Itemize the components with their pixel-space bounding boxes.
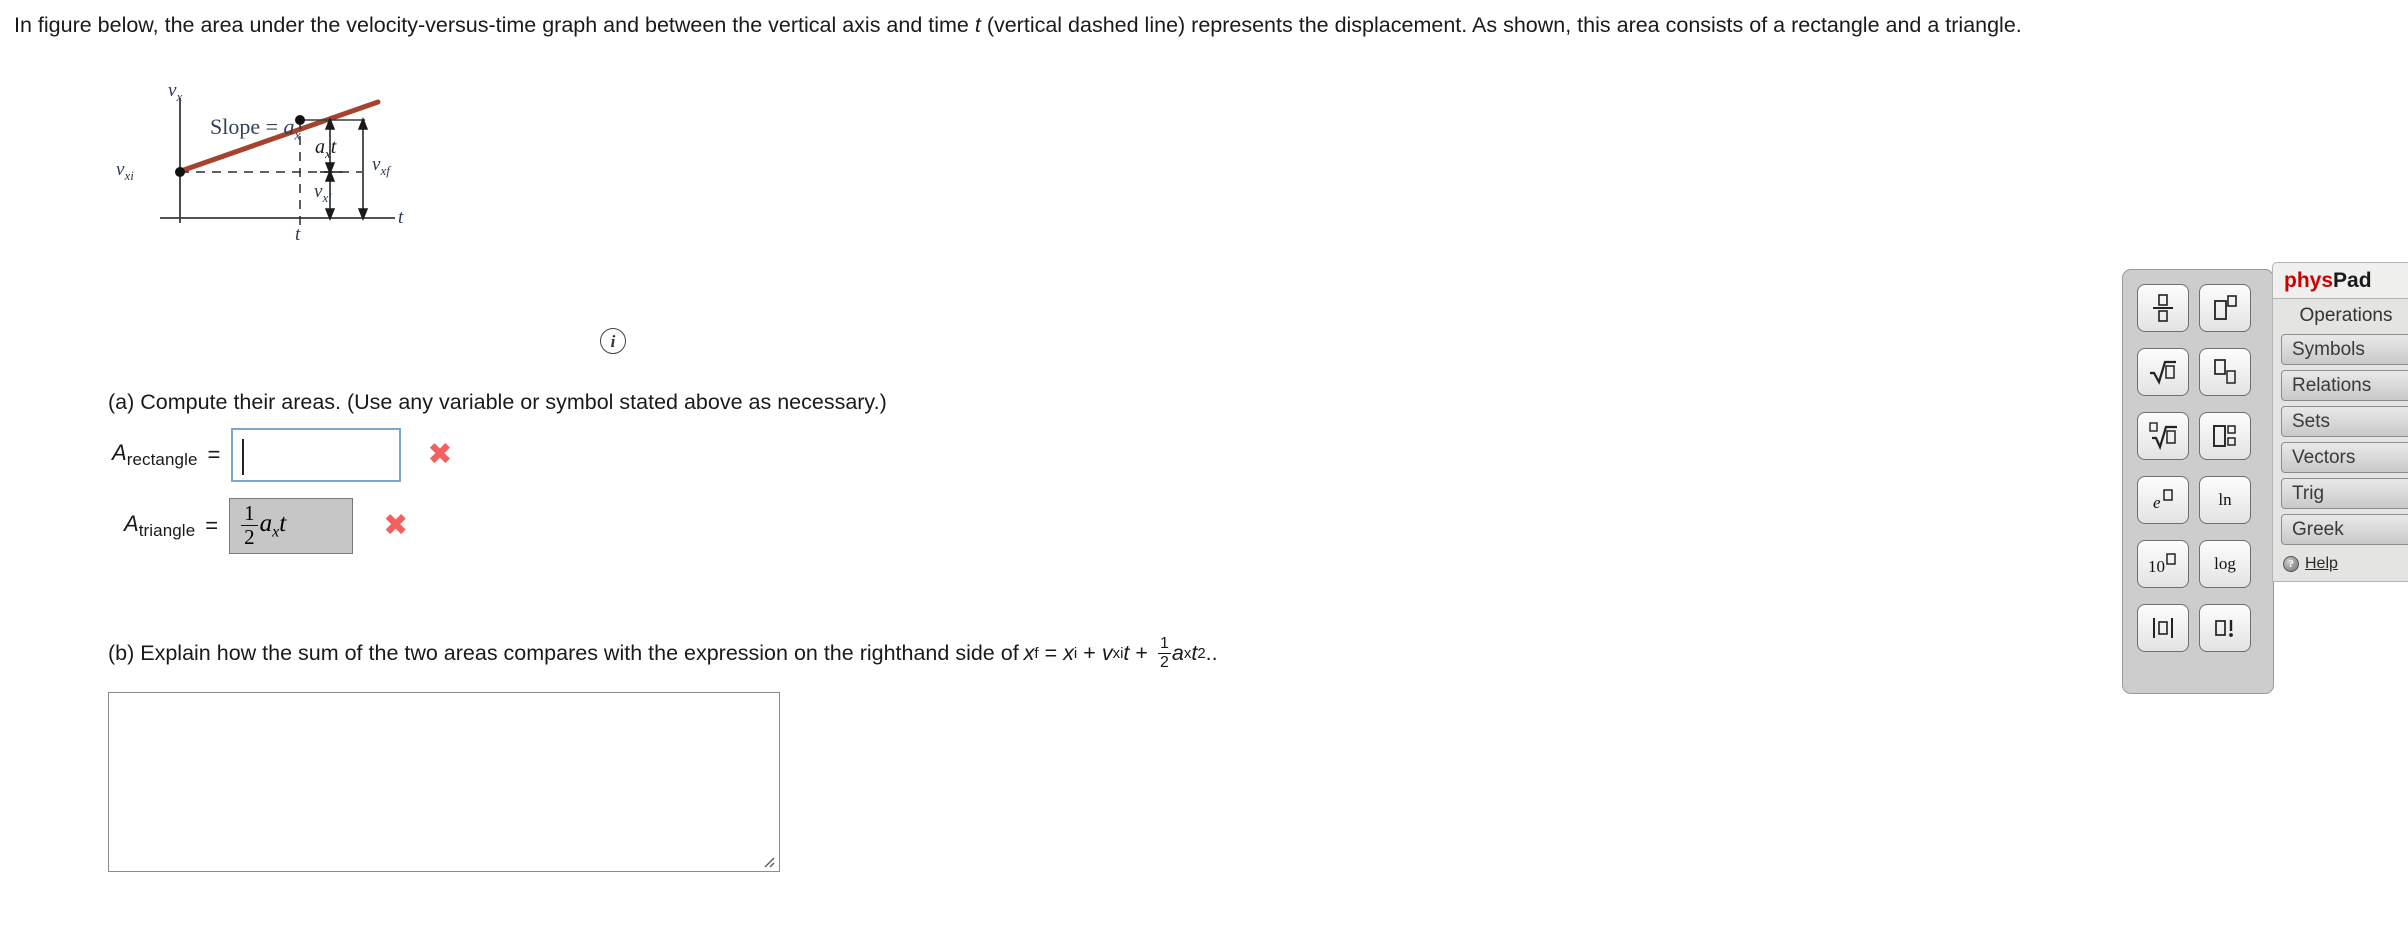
answer-row-triangle: Atriangle = 1 2 axt ✖ <box>124 498 408 554</box>
fraction-key[interactable] <box>2137 284 2189 332</box>
help-icon: ? <box>2283 556 2299 572</box>
initial-velocity-label: vxi <box>116 159 134 183</box>
part-b-equation: xf = xi + v xi t + 1 2 axt2 .. <box>1023 635 1218 671</box>
slope-label: Slope = ax <box>210 114 301 144</box>
final-velocity-label: vxf <box>372 154 390 178</box>
info-icon[interactable]: i <box>600 328 626 354</box>
x-axis-label: t <box>398 207 404 228</box>
vxi-inner-label: vxi <box>314 181 332 205</box>
absolute-value-key[interactable] <box>2137 604 2189 652</box>
a-triangle-input[interactable]: 1 2 axt <box>229 498 354 554</box>
axt-label: axt <box>315 136 337 161</box>
time-tick-label: t <box>295 224 301 245</box>
physpad-sidebar: phys Pad Operations Symbols Relations Set… <box>2272 262 2408 582</box>
answer-row-rectangle: Arectangle = ✖ <box>112 428 453 482</box>
physpad-tab-sets[interactable]: Sets <box>2281 406 2408 437</box>
physpad-title: phys Pad <box>2272 262 2408 298</box>
part-b-prompt-text: (b) Explain how the sum of the two areas… <box>108 641 1019 665</box>
svg-text:e: e <box>2153 493 2161 512</box>
power-of-ten-icon: 10 <box>2148 553 2176 576</box>
power-of-ten-key[interactable]: 10 <box>2137 540 2189 588</box>
physpad-tab-trig-label: Trig <box>2292 482 2325 504</box>
superscript-key[interactable] <box>2199 284 2251 332</box>
physpad-key-grid: e ln 10 log <box>2122 269 2274 694</box>
physpad-help-link[interactable]: ? Help <box>2273 550 2408 573</box>
natural-log-key[interactable]: ln <box>2199 476 2251 524</box>
fraction-denominator: 2 <box>241 524 258 548</box>
resize-handle-icon[interactable] <box>762 855 776 869</box>
physpad-tab-relations[interactable]: Relations <box>2281 370 2408 401</box>
a-rectangle-status-badge: ✖ <box>427 437 453 472</box>
y-axis-label: vx <box>168 80 183 104</box>
physpad-tab-vectors-label: Vectors <box>2292 446 2356 468</box>
physpad-help-label: Help <box>2305 555 2338 572</box>
physpad-tab-symbols-label: Symbols <box>2292 338 2365 360</box>
one-half-fraction-inline: 1 2 <box>1157 635 1171 671</box>
a-rectangle-equals: = <box>207 442 221 467</box>
initial-velocity-point <box>175 167 185 177</box>
physpad-tab-sets-label: Sets <box>2292 410 2331 432</box>
velocity-time-graph-figure: vx Slope = ax vxi axt vxi vxf t t <box>116 80 570 328</box>
a-triangle-label: Atriangle <box>124 511 196 540</box>
a-triangle-expression-variable: axt <box>259 510 287 541</box>
fraction-numerator: 1 <box>244 500 255 525</box>
absolute-value-icon <box>2153 618 2173 638</box>
a-triangle-equals: = <box>205 513 219 538</box>
problem-intro-part2: (vertical dashed line) represents the di… <box>980 13 2022 37</box>
physpad-tab-greek[interactable]: Greek <box>2281 514 2408 545</box>
subscript-icon <box>2214 359 2236 384</box>
subscript-key[interactable] <box>2199 348 2251 396</box>
exponential-key[interactable]: e <box>2137 476 2189 524</box>
square-root-key[interactable] <box>2137 348 2189 396</box>
text-caret <box>242 439 244 475</box>
physpad-body: Operations Symbols Relations Sets Vector… <box>2272 298 2408 582</box>
physpad-tab-relations-label: Relations <box>2292 374 2372 396</box>
physpad-tab-vectors[interactable]: Vectors <box>2281 442 2408 473</box>
svg-text:10: 10 <box>2148 557 2165 576</box>
physpad-brand-pad: Pad <box>2333 268 2372 292</box>
physpad-panel: e ln 10 log phys Pad Operations Symbols … <box>2122 262 2408 694</box>
problem-statement: In figure below, the area under the velo… <box>14 10 2344 41</box>
factorial-key[interactable] <box>2199 604 2251 652</box>
factorial-icon <box>2215 620 2233 637</box>
log-key[interactable]: log <box>2199 540 2251 588</box>
physpad-section-operations[interactable]: Operations <box>2273 303 2408 334</box>
part-b-answer-textarea[interactable] <box>108 692 780 872</box>
a-rectangle-input[interactable] <box>231 428 402 482</box>
nth-root-key[interactable] <box>2137 412 2189 460</box>
nth-root-icon <box>2149 422 2177 451</box>
part-a-prompt: (a) Compute their areas. (Use any variab… <box>108 390 887 414</box>
part-b-prompt: (b) Explain how the sum of the two areas… <box>108 636 1218 671</box>
superscript-icon <box>2214 295 2237 320</box>
exponential-icon: e <box>2153 489 2173 512</box>
physpad-tab-trig[interactable]: Trig <box>2281 478 2408 509</box>
log-label: log <box>2214 554 2236 573</box>
physpad-brand-phys: phys <box>2284 268 2334 292</box>
vxf-arrow <box>357 116 369 222</box>
one-half-fraction: 1 2 <box>241 500 258 548</box>
a-rectangle-label: Arectangle <box>112 440 198 469</box>
problem-intro-part1: In figure below, the area under the velo… <box>14 13 975 37</box>
matrix-key[interactable] <box>2199 412 2251 460</box>
fraction-icon <box>2153 294 2173 322</box>
physpad-tab-greek-label: Greek <box>2292 518 2344 540</box>
natural-log-label: ln <box>2218 490 2232 509</box>
physpad-tab-symbols[interactable]: Symbols <box>2281 334 2408 365</box>
matrix-icon <box>2213 425 2236 447</box>
a-triangle-status-badge: ✖ <box>383 508 409 543</box>
square-root-icon <box>2150 360 2176 385</box>
